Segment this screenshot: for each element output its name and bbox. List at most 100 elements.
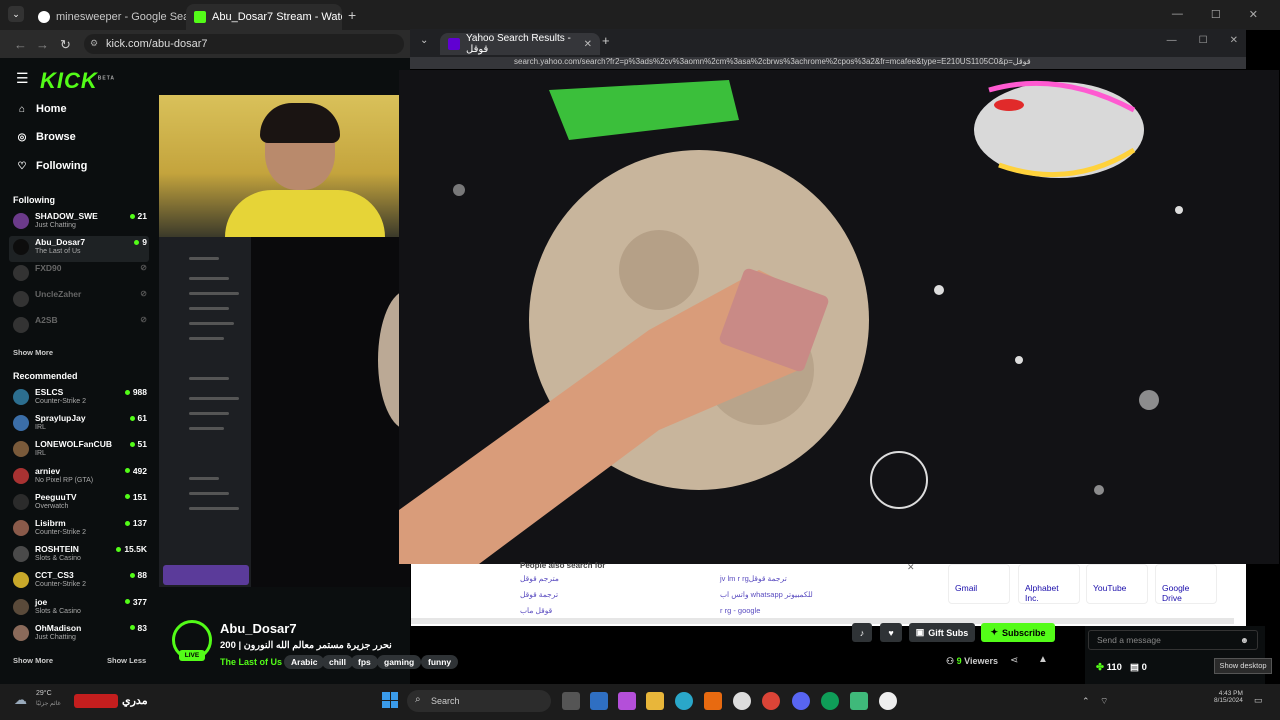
related-search-link[interactable]: r rg - google [720, 606, 760, 615]
channel-row[interactable]: Lisibrm Counter-Strike 2 137 [13, 516, 147, 540]
channel-avatar [13, 317, 29, 333]
widgets-icon[interactable] [590, 692, 608, 710]
channel-row[interactable]: LONEWOLFanCUB IRL 51 [13, 437, 147, 461]
channel-row[interactable]: joe Slots & Casino 377 [13, 595, 147, 619]
tab-search-button[interactable]: ⌄ [8, 6, 24, 22]
show-less-recommended[interactable]: Show Less [107, 656, 146, 665]
stream-video[interactable] [399, 70, 1279, 564]
maximize-icon[interactable]: ☐ [1211, 8, 1221, 21]
app-icon[interactable] [850, 692, 868, 710]
tile-google-drive[interactable]: Google Drive [1155, 564, 1217, 604]
chat-input[interactable]: Send a message ☻ [1088, 630, 1258, 650]
report-icon[interactable]: ▲ [1038, 654, 1048, 665]
gift-count[interactable]: ▤ 0 [1130, 662, 1147, 673]
channel-points[interactable]: ✤ 110 [1096, 662, 1122, 673]
share-icon[interactable]: ⋖ [1010, 655, 1018, 666]
follow-button[interactable]: ♥ [880, 623, 902, 642]
obs-icon[interactable] [879, 692, 897, 710]
tag-arabic[interactable]: Arabic [284, 655, 325, 669]
channel-row[interactable]: PeeguuTV Overwatch 151 [13, 490, 147, 514]
bell-button[interactable]: ♪ [852, 623, 872, 642]
maximize-icon[interactable]: ☐ [1199, 35, 1208, 46]
emoji-icon[interactable]: ☻ [1240, 635, 1249, 645]
related-search-link[interactable]: واتس اب whatsapp للكمبيوتر [720, 590, 813, 599]
related-search-link[interactable]: ترجمة قوقل [520, 590, 558, 599]
viewer-count: 492 [124, 466, 147, 476]
channel-row[interactable]: Abu_Dosar7 The Last of Us 9 [13, 235, 147, 259]
channel-row[interactable]: arniev No Pixel RP (GTA) 492 [13, 464, 147, 488]
chrome-icon[interactable] [762, 692, 780, 710]
channel-row[interactable]: OhMadison Just Chatting 83 [13, 621, 147, 645]
forward-icon[interactable]: → [36, 37, 49, 52]
channel-row[interactable]: ESLCS Counter-Strike 2 988 [13, 385, 147, 409]
nav-home[interactable]: ⌂ Home [16, 103, 67, 115]
horizontal-scrollbar[interactable] [411, 618, 1234, 624]
show-desktop-tooltip: Show desktop [1214, 658, 1272, 674]
tile-alphabet[interactable]: Alphabet Inc. [1018, 564, 1080, 604]
minimize-icon[interactable]: — [1167, 35, 1177, 46]
weather-widget[interactable]: ☁ 29°C غائم جزئيًا [14, 690, 74, 712]
network-icon[interactable]: ⌔ [1100, 696, 1108, 707]
close-window-icon[interactable]: ✕ [1249, 8, 1258, 21]
tag-gaming[interactable]: gaming [377, 655, 422, 669]
tab-kick-stream[interactable]: Abu_Dosar7 Stream - Watch Li ✕ [186, 4, 342, 30]
back-icon[interactable]: ← [14, 37, 27, 52]
nav-browse[interactable]: ◎ Browse [16, 131, 76, 143]
related-search-link[interactable]: قوقل ماب [520, 606, 552, 615]
subscribe-button[interactable]: ✦ Subscribe [981, 623, 1055, 642]
channel-category: The Last of Us [35, 248, 81, 255]
close-icon[interactable]: ✕ [907, 562, 915, 573]
new-tab-icon[interactable]: + [602, 33, 610, 48]
tag-chill[interactable]: chill [322, 655, 354, 669]
minimize-icon[interactable]: — [1172, 8, 1183, 21]
tag-funny[interactable]: funny [421, 655, 459, 669]
tab-yahoo[interactable]: Yahoo Search Results - قوقل ✕ [440, 33, 600, 55]
edge-icon[interactable] [675, 692, 693, 710]
live-dot [129, 441, 135, 447]
channel-row[interactable]: FXD90 ⊘ [13, 261, 147, 285]
notification-icon[interactable]: ▭ [1254, 695, 1263, 706]
tray-chevron-icon[interactable]: ⌃ [1082, 696, 1090, 707]
gift-subs-button[interactable]: ▣ Gift Subs [909, 623, 975, 642]
close-icon[interactable]: ✕ [584, 39, 592, 50]
channel-category: No Pixel RP (GTA) [35, 476, 94, 484]
streamer-name[interactable]: Abu_Dosar7 [220, 621, 297, 636]
nav-following[interactable]: ♡ Following [16, 160, 88, 172]
site-info-icon[interactable]: ⚙ [90, 38, 98, 49]
channel-row[interactable]: A2SB ⊘ [13, 313, 147, 337]
close-window-icon[interactable]: ✕ [1230, 35, 1238, 46]
tab-minesweeper[interactable]: minesweeper - Google Search ✕ [30, 4, 186, 30]
copilot-icon[interactable] [618, 692, 636, 710]
tab-search-button[interactable]: ⌄ [420, 35, 428, 46]
url-field[interactable]: ⚙ kick.com/abu-dosar7 [84, 34, 404, 54]
viewer-count: 61 [129, 413, 147, 423]
stream-category[interactable]: The Last of Us [220, 657, 282, 667]
steam-icon[interactable] [733, 692, 751, 710]
tile-youtube[interactable]: YouTube [1086, 564, 1148, 604]
reload-icon[interactable]: ↻ [60, 37, 71, 53]
task-view-icon[interactable] [562, 692, 580, 710]
channel-row[interactable]: SHADOW_SWE Just Chatting 21 [13, 209, 147, 233]
related-search-link[interactable]: jv lm r rgترجمة قوقل [720, 574, 787, 583]
windows-start-icon[interactable] [382, 692, 398, 708]
taskbar-search[interactable]: ⌕ Search [407, 690, 551, 712]
channel-row[interactable]: UncleZaher ⊘ [13, 287, 147, 311]
channel-row[interactable]: SpraylupJay IRL 61 [13, 411, 147, 435]
new-tab-icon[interactable]: + [348, 7, 356, 23]
url-field[interactable]: search.yahoo.com/search?fr2=p%3ads%2cv%3… [410, 57, 1246, 69]
discord-icon[interactable] [792, 692, 810, 710]
viewer-count: 151 [124, 492, 147, 502]
show-more-following[interactable]: Show More [13, 348, 53, 357]
related-search-link[interactable]: مترجم قوقل [520, 574, 559, 583]
tile-gmail[interactable]: Gmail [948, 564, 1010, 604]
chrome-profile-icon[interactable] [821, 692, 839, 710]
clock[interactable]: 4:43 PM 8/15/2024 [1214, 690, 1243, 704]
tag-fps[interactable]: fps [351, 655, 378, 669]
show-more-recommended[interactable]: Show More [13, 656, 53, 665]
vlc-icon[interactable] [704, 692, 722, 710]
file-explorer-icon[interactable] [646, 692, 664, 710]
kick-logo[interactable]: KICKBETA [40, 68, 115, 94]
channel-row[interactable]: ROSHTEIN Slots & Casino 15.5K [13, 542, 147, 566]
menu-icon[interactable]: ☰ [16, 70, 29, 87]
channel-row[interactable]: CCT_CS3 Counter-Strike 2 88 [13, 568, 147, 592]
